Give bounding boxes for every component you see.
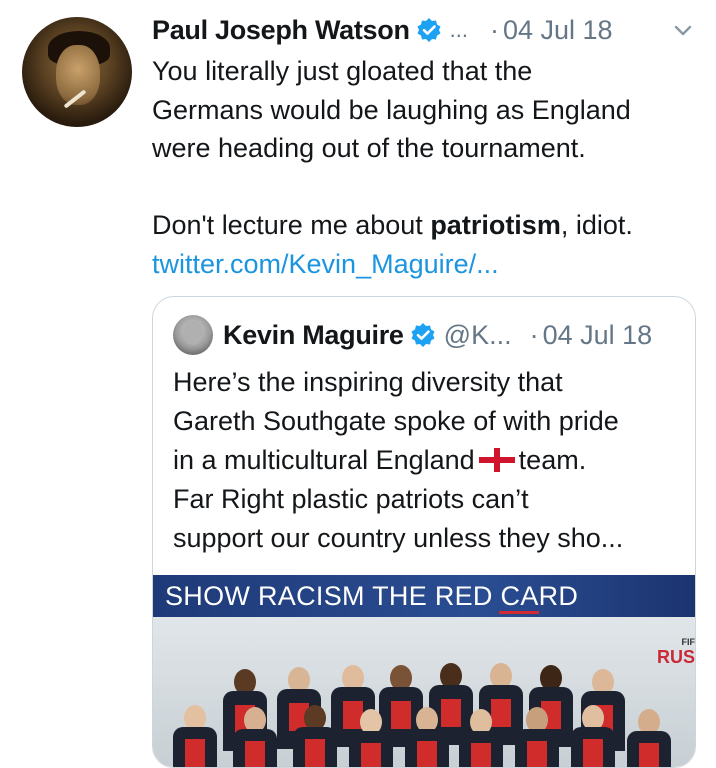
red-card <box>417 741 437 767</box>
red-card <box>361 743 381 767</box>
banner-underline <box>499 611 539 614</box>
verified-badge-icon <box>416 17 442 43</box>
author-name[interactable]: Paul Joseph Watson <box>152 15 410 46</box>
chevron-down-icon[interactable] <box>672 18 694 40</box>
quoted-line: Gareth Southgate spoke of with pride <box>173 406 619 436</box>
quoted-media-photo[interactable]: SHOW RACISM THE RED CARD FIF RUS <box>153 575 696 767</box>
banner-text: SHOW RACISM THE RED CARD <box>165 581 579 611</box>
red-card <box>391 701 411 729</box>
verified-badge-icon <box>410 322 436 348</box>
quoted-line: Here’s the inspiring diversity that <box>173 367 563 397</box>
name-truncation: ... <box>449 17 468 42</box>
tweet-line: were heading out of the tournament. <box>152 133 586 163</box>
bold-word: patriotism <box>430 210 561 240</box>
tweet-text: You literally just gloated that the Germ… <box>152 52 712 283</box>
tweet-line: Germans would be laughing as England <box>152 94 631 125</box>
red-card <box>491 699 511 727</box>
quoted-tweet-card[interactable]: Kevin Maguire @K... · 04 Jul 18 Here’s t… <box>152 296 696 768</box>
red-card <box>639 743 659 767</box>
quoted-header: Kevin Maguire @K... · 04 Jul 18 <box>173 315 683 355</box>
author-avatar[interactable] <box>22 17 132 127</box>
quoted-text: Here’s the inspiring diversity that Gare… <box>173 363 688 558</box>
tweet-date[interactable]: 04 Jul 18 <box>503 15 613 46</box>
team-players <box>153 649 695 767</box>
photo-banner: SHOW RACISM THE RED CARD <box>153 575 695 617</box>
red-card <box>185 739 205 767</box>
quoted-author-name[interactable]: Kevin Maguire <box>223 320 404 351</box>
quoted-line-with-flag: in a multicultural England team. <box>173 441 688 480</box>
red-card <box>441 699 461 727</box>
england-flag-icon <box>478 448 515 472</box>
quoted-author-avatar[interactable] <box>173 315 213 355</box>
tweet-line-2: Don't lecture me about patriotism, idiot… <box>152 206 712 245</box>
quoted-line-part: in a multicultural England <box>173 445 475 475</box>
quoted-line: support our country unless they sho... <box>173 523 624 553</box>
quoted-link[interactable]: twitter.com/Kevin_Maguire/... <box>152 245 712 284</box>
logo-text: FIF <box>681 637 696 647</box>
text-after-bold: , idiot. <box>560 210 633 240</box>
quoted-line: Far Right plastic patriots can’t <box>173 484 529 514</box>
tweet-line: You literally just gloated that the <box>152 56 533 86</box>
quoted-line-part: team. <box>518 445 587 475</box>
red-card <box>245 741 265 767</box>
separator-dot: · <box>529 319 539 350</box>
text-before-bold: Don't lecture me about <box>152 210 431 240</box>
tweet-header: Paul Joseph Watson ... · 04 Jul 18 <box>152 10 700 50</box>
red-card <box>527 741 547 767</box>
separator-dot: · <box>489 14 499 45</box>
quoted-handle[interactable]: @K... <box>444 320 512 351</box>
red-card <box>583 739 603 767</box>
quoted-date[interactable]: 04 Jul 18 <box>543 320 653 351</box>
red-card <box>305 739 325 767</box>
red-card <box>471 743 491 767</box>
